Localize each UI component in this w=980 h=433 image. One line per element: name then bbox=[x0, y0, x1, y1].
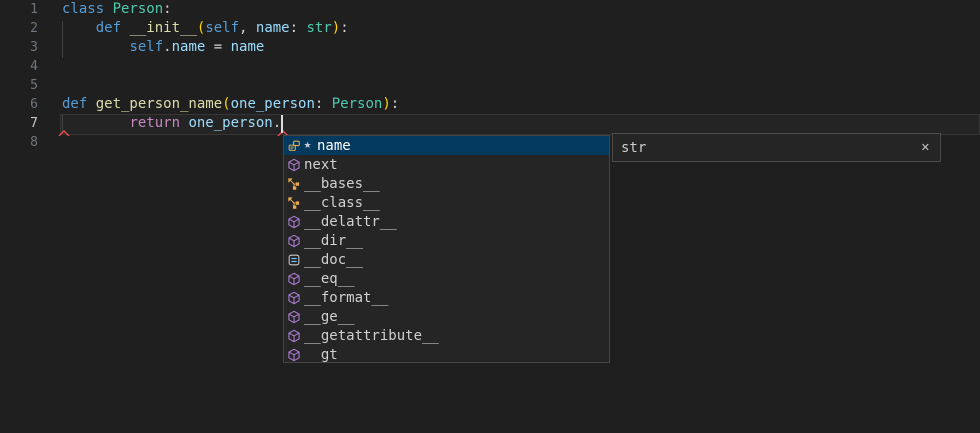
code-editor[interactable]: 12345678 class Person: def __init__(self… bbox=[0, 0, 980, 433]
method-kind-icon bbox=[287, 215, 301, 229]
class-kind-icon bbox=[287, 177, 301, 191]
suggestion-item-eq[interactable]: __eq__ bbox=[284, 269, 609, 288]
code-token bbox=[62, 20, 96, 36]
code-token: self bbox=[129, 39, 163, 55]
suggestion-item-next[interactable]: next bbox=[284, 155, 609, 174]
recommended-star-icon: ★ bbox=[301, 141, 314, 151]
suggestion-label: __bases__ bbox=[304, 176, 380, 192]
code-line[interactable]: class Person: bbox=[62, 0, 172, 19]
code-token: __init__ bbox=[129, 20, 196, 36]
suggestion-item-ge[interactable]: __ge__ bbox=[284, 307, 609, 326]
suggestion-item-format[interactable]: __format__ bbox=[284, 288, 609, 307]
line-number: 5 bbox=[0, 76, 38, 95]
code-token bbox=[62, 39, 129, 55]
code-token: : bbox=[290, 20, 307, 36]
suggestion-item-gt[interactable]: __gt__ bbox=[284, 345, 609, 363]
indent-guide bbox=[62, 21, 63, 58]
suggestion-label: __getattribute__ bbox=[304, 328, 439, 344]
class-kind-icon bbox=[287, 196, 301, 210]
code-token: get_person_name bbox=[96, 96, 222, 112]
code-token: = bbox=[205, 39, 230, 55]
suggestion-label: __delattr__ bbox=[304, 214, 397, 230]
method-kind-icon bbox=[287, 234, 301, 248]
suggestion-label: next bbox=[304, 157, 338, 173]
suggestion-detail-panel[interactable]: str ✕ bbox=[612, 133, 941, 162]
field-kind-icon bbox=[287, 139, 301, 153]
suggestion-item-delattr[interactable]: __delattr__ bbox=[284, 212, 609, 231]
suggestion-item-name[interactable]: ★name bbox=[284, 136, 609, 155]
code-token: ) bbox=[332, 20, 340, 36]
doc-kind-icon bbox=[287, 253, 301, 267]
line-number: 7 bbox=[0, 114, 38, 133]
code-token: def bbox=[96, 20, 130, 36]
suggestion-label: __ge__ bbox=[304, 309, 355, 325]
code-token: ( bbox=[222, 96, 230, 112]
suggestion-label: __eq__ bbox=[304, 271, 355, 287]
method-kind-icon bbox=[287, 329, 301, 343]
current-line-highlight bbox=[60, 114, 980, 135]
line-number: 1 bbox=[0, 0, 38, 19]
suggestion-item-bases[interactable]: __bases__ bbox=[284, 174, 609, 193]
code-token: Person bbox=[332, 96, 383, 112]
code-line[interactable]: def get_person_name(one_person: Person): bbox=[62, 95, 399, 114]
method-kind-icon bbox=[287, 272, 301, 286]
method-kind-icon bbox=[287, 348, 301, 362]
code-token: one_person bbox=[231, 96, 315, 112]
suggestion-label: __dir__ bbox=[304, 233, 363, 249]
code-line[interactable]: def __init__(self, name: str): bbox=[62, 19, 349, 38]
close-icon[interactable]: ✕ bbox=[921, 142, 930, 153]
code-token: : bbox=[340, 20, 348, 36]
suggestion-label: __format__ bbox=[304, 290, 388, 306]
line-number: 8 bbox=[0, 133, 38, 152]
method-kind-icon bbox=[287, 158, 301, 172]
code-token: : bbox=[163, 1, 171, 17]
text-cursor bbox=[281, 115, 283, 133]
suggestion-item-class[interactable]: __class__ bbox=[284, 193, 609, 212]
code-token: , bbox=[239, 20, 256, 36]
code-token: str bbox=[306, 20, 331, 36]
code-token: . bbox=[163, 39, 171, 55]
error-squiggle bbox=[58, 130, 72, 136]
code-token: name bbox=[256, 20, 290, 36]
line-number: 2 bbox=[0, 19, 38, 38]
code-token: def bbox=[62, 96, 96, 112]
suggestion-item-dir[interactable]: __dir__ bbox=[284, 231, 609, 250]
line-number: 6 bbox=[0, 95, 38, 114]
line-number: 4 bbox=[0, 57, 38, 76]
code-token: : bbox=[391, 96, 399, 112]
suggestion-label: name bbox=[317, 138, 351, 154]
code-token: name bbox=[172, 39, 206, 55]
code-token: ) bbox=[382, 96, 390, 112]
method-kind-icon bbox=[287, 291, 301, 305]
code-token: self bbox=[205, 20, 239, 36]
suggestion-item-doc[interactable]: __doc__ bbox=[284, 250, 609, 269]
code-token: : bbox=[315, 96, 332, 112]
code-token: Person bbox=[113, 1, 164, 17]
code-token: name bbox=[231, 39, 265, 55]
suggestion-label: __doc__ bbox=[304, 252, 363, 268]
method-kind-icon bbox=[287, 310, 301, 324]
code-token: class bbox=[62, 1, 113, 17]
suggestion-type-detail: str bbox=[621, 140, 646, 156]
code-line[interactable]: self.name = name bbox=[62, 38, 264, 57]
line-number: 3 bbox=[0, 38, 38, 57]
suggestion-item-getattribute[interactable]: __getattribute__ bbox=[284, 326, 609, 345]
intellisense-suggestion-list[interactable]: ★name next __bases__ __class__ __delattr… bbox=[283, 135, 610, 363]
suggestion-label: __gt__ bbox=[304, 347, 355, 363]
suggestion-label: __class__ bbox=[304, 195, 380, 211]
